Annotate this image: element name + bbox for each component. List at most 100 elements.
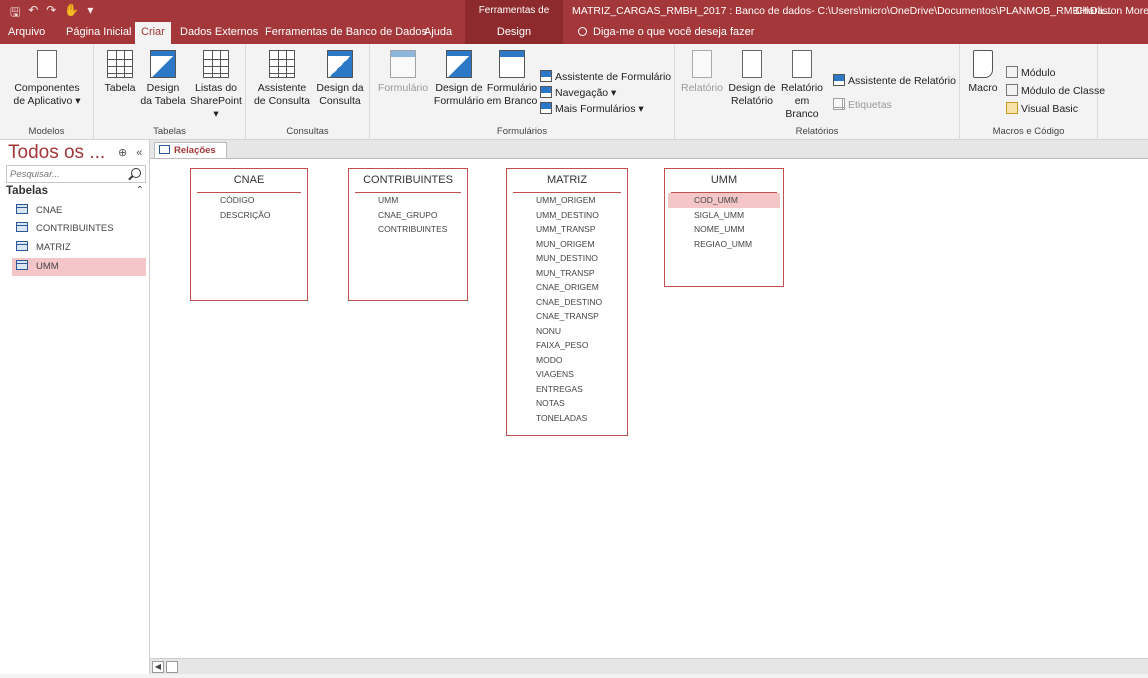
save-icon[interactable]: 🖫 [10, 3, 20, 24]
document-title: MATRIZ_CARGAS_RMBH_2017 : Banco de dados… [572, 5, 1113, 17]
table-field[interactable]: CNAE_GRUPO [349, 208, 467, 223]
assistente-relatorio-button[interactable]: Assistente de Relatório [833, 74, 956, 88]
scroll-thumb[interactable] [166, 661, 178, 673]
button-label: Relatório [680, 82, 724, 94]
group-consultas: Assistente de Consulta Design da Consult… [246, 44, 370, 140]
formulario-button[interactable]: Formulário [376, 50, 430, 95]
relatorio-button[interactable]: Relatório [679, 50, 725, 95]
design-formulario-button[interactable]: Design de Formulário [430, 50, 488, 108]
tab-relacoes[interactable]: Relações [154, 142, 227, 158]
tab-criar[interactable]: Criar [135, 22, 171, 44]
navegacao-button[interactable]: Navegação ▾ [540, 86, 616, 100]
table-box-title[interactable]: CONTRIBUINTES [355, 169, 461, 193]
design-relatorio-button[interactable]: Design de Relatório [725, 50, 779, 108]
table-box-title[interactable]: CNAE [197, 169, 301, 193]
table-field[interactable]: MODO [507, 353, 627, 368]
tab-pagina-inicial[interactable]: Página Inicial [66, 22, 131, 44]
table-field[interactable]: CONTRIBUINTES [349, 222, 467, 237]
table-field[interactable]: UMM_ORIGEM [507, 193, 627, 208]
relationships-icon [159, 145, 170, 154]
nav-menu-icon[interactable]: ⊕ [118, 147, 127, 159]
table-field[interactable]: UMM_TRANSP [507, 222, 627, 237]
table-box-cnae[interactable]: CNAE CÓDIGO DESCRIÇÃO [190, 168, 308, 301]
table-field[interactable]: FAIXA_PESO [507, 338, 627, 353]
table-field[interactable]: UMM [349, 193, 467, 208]
table-field[interactable]: DESCRIÇÃO [191, 208, 307, 223]
table-field[interactable]: CNAE_DESTINO [507, 295, 627, 310]
table-box-matriz[interactable]: MATRIZ UMM_ORIGEM UMM_DESTINO UMM_TRANSP… [506, 168, 628, 436]
nav-item-matriz[interactable]: MATRIZ [12, 239, 146, 257]
macro-button[interactable]: Macro [966, 50, 1000, 95]
tab-dados-externos[interactable]: Dados Externos [180, 22, 258, 44]
listas-sharepoint-button[interactable]: Listas do SharePoint ▾ [188, 50, 244, 121]
etiquetas-button[interactable]: Etiquetas [833, 98, 892, 112]
table-field[interactable]: NOME_UMM [665, 222, 783, 237]
nav-item-umm[interactable]: UMM [12, 258, 146, 276]
table-box-title[interactable]: UMM [671, 169, 777, 193]
table-field[interactable]: ENTREGAS [507, 382, 627, 397]
table-field[interactable]: UMM_DESTINO [507, 208, 627, 223]
nav-search [6, 165, 146, 183]
tell-me-box[interactable]: Diga-me o que você deseja fazer [578, 22, 754, 43]
assistente-consulta-button[interactable]: Assistente de Consulta [252, 50, 312, 108]
tabela-button[interactable]: Tabela [100, 50, 140, 95]
chevron-up-icon[interactable]: ⌃ [136, 185, 144, 196]
table-field-selected[interactable]: COD_UMM [668, 193, 780, 208]
relatorio-branco-button[interactable]: Relatório em Branco [779, 50, 825, 121]
table-box-contribuintes[interactable]: CONTRIBUINTES UMM CNAE_GRUPO CONTRIBUINT… [348, 168, 468, 301]
table-field[interactable]: CNAE_ORIGEM [507, 280, 627, 295]
table-field[interactable]: TONELADAS [507, 411, 627, 426]
table-field[interactable]: NOTAS [507, 396, 627, 411]
table-box-title[interactable]: MATRIZ [513, 169, 621, 193]
user-name[interactable]: Charliston Morei [1075, 0, 1148, 22]
table-field[interactable]: REGIAO_UMM [665, 237, 783, 252]
group-label: Consultas [286, 126, 329, 137]
tab-arquivo[interactable]: Arquivo [8, 22, 45, 44]
button-label: Formulário [486, 82, 538, 94]
search-input[interactable] [7, 166, 125, 182]
table-field[interactable]: VIAGENS [507, 367, 627, 382]
table-field[interactable]: CÓDIGO [191, 193, 307, 208]
button-label: Módulo de Classe [1021, 85, 1106, 97]
design-tabela-button[interactable]: Design da Tabela [138, 50, 188, 108]
button-label: Módulo [1021, 67, 1056, 79]
table-field[interactable]: CNAE_TRANSP [507, 309, 627, 324]
table-field[interactable]: NONU [507, 324, 627, 339]
design-consulta-button[interactable]: Design da Consulta [312, 50, 368, 108]
nav-title[interactable]: Todos os ... [8, 142, 105, 164]
nav-item-contribuintes[interactable]: CONTRIBUINTES [12, 220, 146, 238]
visual-basic-button[interactable]: Visual Basic [1006, 102, 1078, 116]
blank-form-icon [499, 50, 525, 78]
nav-item-label: UMM [36, 261, 59, 272]
redo-icon[interactable]: ↷ [46, 3, 56, 24]
table-field[interactable]: SIGLA_UMM [665, 208, 783, 223]
nav-item-cnae[interactable]: CNAE [12, 202, 146, 220]
scroll-left-icon[interactable]: ◀ [152, 661, 164, 673]
nav-section-tabelas[interactable]: Tabelas ⌃ [6, 185, 146, 197]
table-design-icon [150, 50, 176, 78]
table-icon [16, 204, 28, 214]
undo-icon[interactable]: ↶ [28, 3, 38, 24]
table-field[interactable]: MUN_DESTINO [507, 251, 627, 266]
assistente-formulario-button[interactable]: Assistente de Formulário [540, 70, 671, 84]
modulo-button[interactable]: Módulo [1006, 66, 1055, 80]
relationships-canvas[interactable]: CNAE CÓDIGO DESCRIÇÃO CONTRIBUINTES UMM … [150, 158, 1148, 658]
horizontal-scrollbar[interactable]: ◀ [150, 658, 1148, 674]
componentes-aplicativo-button[interactable]: Componentes de Aplicativo ▾ [4, 50, 90, 108]
table-field[interactable]: MUN_TRANSP [507, 266, 627, 281]
nav-collapse-icon[interactable]: « [136, 147, 142, 159]
mais-formularios-button[interactable]: Mais Formulários ▾ [540, 102, 644, 116]
search-icon[interactable] [131, 168, 141, 178]
touch-icon[interactable]: ✋ [64, 3, 79, 24]
table-box-umm[interactable]: UMM COD_UMM SIGLA_UMM NOME_UMM REGIAO_UM… [664, 168, 784, 287]
modulo-classe-button[interactable]: Módulo de Classe [1006, 84, 1105, 98]
tab-ajuda[interactable]: Ajuda [424, 22, 452, 44]
button-label: Assistente de Relatório [848, 75, 956, 87]
button-label: Navegação ▾ [555, 87, 617, 99]
class-module-icon [1006, 84, 1018, 96]
tab-ferramentas-banco[interactable]: Ferramentas de Banco de Dados [265, 22, 427, 44]
table-field[interactable]: MUN_ORIGEM [507, 237, 627, 252]
customize-icon[interactable]: ▾ [87, 3, 93, 24]
formulario-branco-button[interactable]: Formulário em Branco [486, 50, 538, 108]
tab-design[interactable]: Design [465, 22, 563, 44]
